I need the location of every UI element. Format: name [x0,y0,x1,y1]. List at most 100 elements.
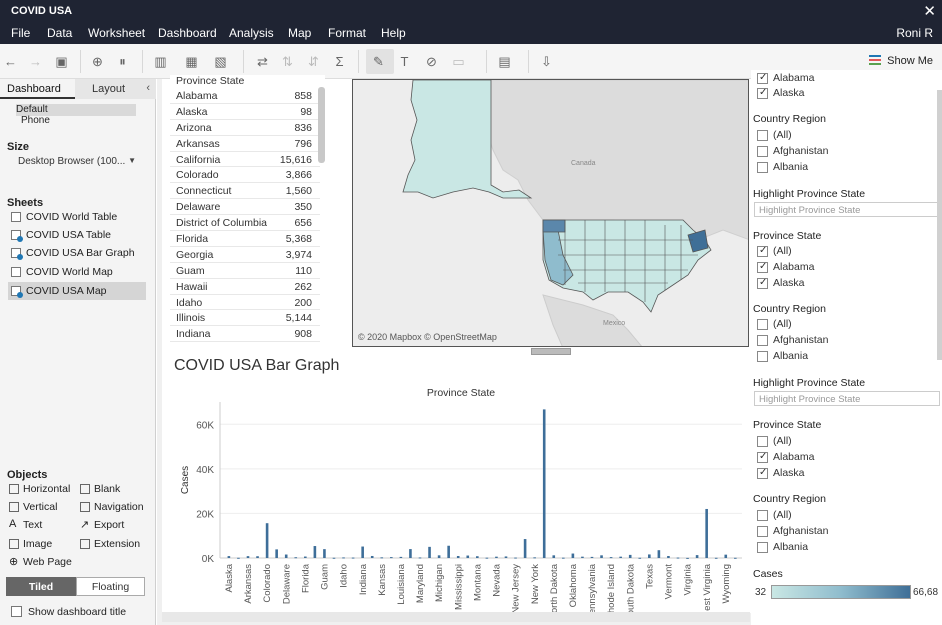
presentation-icon[interactable]: ▤ [496,53,513,70]
filter-option[interactable]: Afghanistan [753,334,828,346]
fit-icon[interactable]: ▭ [450,53,467,70]
table-row[interactable]: Illinois 5,144 [170,310,320,327]
filter-option[interactable]: Alabama [753,72,814,84]
menu-worksheet[interactable]: Worksheet [88,26,145,40]
totals-icon[interactable]: Σ [331,53,348,70]
filter-option-label: Afghanistan [773,334,829,346]
table-row[interactable]: Arizona 836 [170,120,320,136]
object-extension[interactable]: Extension [77,538,140,552]
menu-data[interactable]: Data [47,26,72,40]
object-label: Text [23,519,43,531]
checkbox-icon [757,277,768,289]
table-row[interactable]: Delaware 350 [170,199,320,216]
object-horizontal[interactable]: Horizontal [6,483,70,497]
object-navigation[interactable]: Navigation [77,501,144,515]
menu-analysis[interactable]: Analysis [229,26,274,40]
object-image[interactable]: Image [6,538,52,552]
floating-button[interactable]: Floating [76,577,145,596]
labels-icon[interactable]: T [396,53,413,70]
resize-handle[interactable] [531,348,571,355]
table-row[interactable]: Georgia 3,974 [170,247,320,263]
device-phone[interactable]: Phone [16,115,136,127]
filter-option[interactable]: (All) [753,509,792,521]
sheet-item-selected[interactable]: COVID USA Map [8,282,146,300]
user-menu[interactable]: Roni R [896,26,933,40]
tab-dashboard[interactable]: Dashboard [0,79,75,99]
filter-option-label: (All) [773,245,792,257]
duplicate-sheet-icon[interactable]: ▦ [183,53,200,70]
show-title-checkbox[interactable]: Show dashboard title [11,606,126,618]
collapse-icon[interactable]: ‹ [146,82,150,94]
redo-icon[interactable]: → [27,53,44,70]
horizontal-scrollbar[interactable] [162,612,750,622]
sort-desc-icon[interactable]: ⇵ [305,53,322,70]
filter-scrollbar[interactable] [937,90,942,360]
filter-option[interactable]: Alabama [753,451,814,463]
table-row[interactable]: Alaska 98 [170,104,320,120]
table-row[interactable]: Florida 5,368 [170,231,320,247]
sheet-item[interactable]: COVID World Table [8,208,146,226]
menu-file[interactable]: File [11,26,30,40]
filter-option[interactable]: (All) [753,318,792,330]
table-row[interactable]: Hawaii 262 [170,279,320,295]
table-row[interactable]: Idaho 200 [170,295,320,311]
clear-sheet-icon[interactable]: ▧ [212,53,229,70]
sheet-item[interactable]: COVID World Map [8,263,146,281]
pause-updates-icon[interactable]: ⏸ [114,53,131,70]
table-row[interactable]: Arkansas 796 [170,136,320,152]
filter-option[interactable]: Albania [753,350,808,362]
table-scrollbar[interactable] [318,87,325,163]
pen-icon[interactable]: ✎ [370,53,387,70]
undo-icon[interactable]: ← [2,53,19,70]
filter-option[interactable]: Alabama [753,261,814,273]
object-webpage[interactable]: ⊕ Web Page [6,556,72,570]
new-sheet-icon[interactable]: ▥ [152,53,169,70]
highlight-input[interactable]: Highlight Province State [754,202,940,217]
close-icon[interactable]: ✕ [923,2,936,20]
checkbox-icon [11,606,22,617]
tab-layout[interactable]: Layout ‹ [75,79,156,99]
filter-option[interactable]: Afghanistan [753,145,828,157]
sheet-item[interactable]: COVID USA Table [8,226,146,244]
table-cell-cases: 98 [300,105,312,118]
filter-option[interactable]: Alaska [753,87,805,99]
menu-dashboard[interactable]: Dashboard [158,26,217,40]
filter-option[interactable]: Albania [753,541,808,553]
menu-map[interactable]: Map [288,26,311,40]
object-blank[interactable]: Blank [77,483,120,497]
filter-option[interactable]: Albania [753,161,808,173]
save-icon[interactable]: ▣ [53,53,70,70]
bar-west-virginia [714,557,718,559]
bar-missouri [476,556,479,558]
new-datasource-icon[interactable]: ⊕ [89,53,106,70]
menu-help[interactable]: Help [381,26,406,40]
object-vertical[interactable]: Vertical [6,501,57,515]
share-icon[interactable]: ⇩ [538,53,555,70]
filter-option[interactable]: Alaska [753,467,805,479]
tiled-button[interactable]: Tiled [6,577,76,596]
show-me-button[interactable]: Show Me [869,55,933,67]
sort-asc-icon[interactable]: ⇅ [279,53,296,70]
object-export[interactable]: ↗ Export [77,519,124,533]
filter-option[interactable]: Afghanistan [753,525,828,537]
filter-option[interactable]: (All) [753,245,792,257]
format-icon[interactable]: ⊘ [423,53,440,70]
covid-usa-map[interactable] [352,79,749,347]
table-row[interactable]: Indiana 908 [170,326,320,343]
swap-icon[interactable]: ⇄ [254,53,271,70]
menu-format[interactable]: Format [328,26,366,40]
table-row[interactable]: Connecticut 1,560 [170,183,320,200]
table-row[interactable]: Guam 110 [170,263,320,279]
table-row[interactable]: Colorado 3,866 [170,167,320,184]
table-row[interactable]: California 15,616 [170,152,320,168]
size-dropdown[interactable]: Desktop Browser (100... ▼ [18,156,136,167]
sheet-item[interactable]: COVID USA Bar Graph [8,244,146,262]
filter-option[interactable]: (All) [753,129,792,141]
highlight-input[interactable]: Highlight Province State [754,391,940,406]
table-row[interactable]: District of Columbia 656 [170,215,320,232]
table-row[interactable]: Alabama 858 [170,88,320,104]
bar-minnesota [456,555,460,558]
filter-option[interactable]: (All) [753,435,792,447]
object-text[interactable]: A Text [6,518,43,533]
filter-option[interactable]: Alaska [753,277,805,289]
